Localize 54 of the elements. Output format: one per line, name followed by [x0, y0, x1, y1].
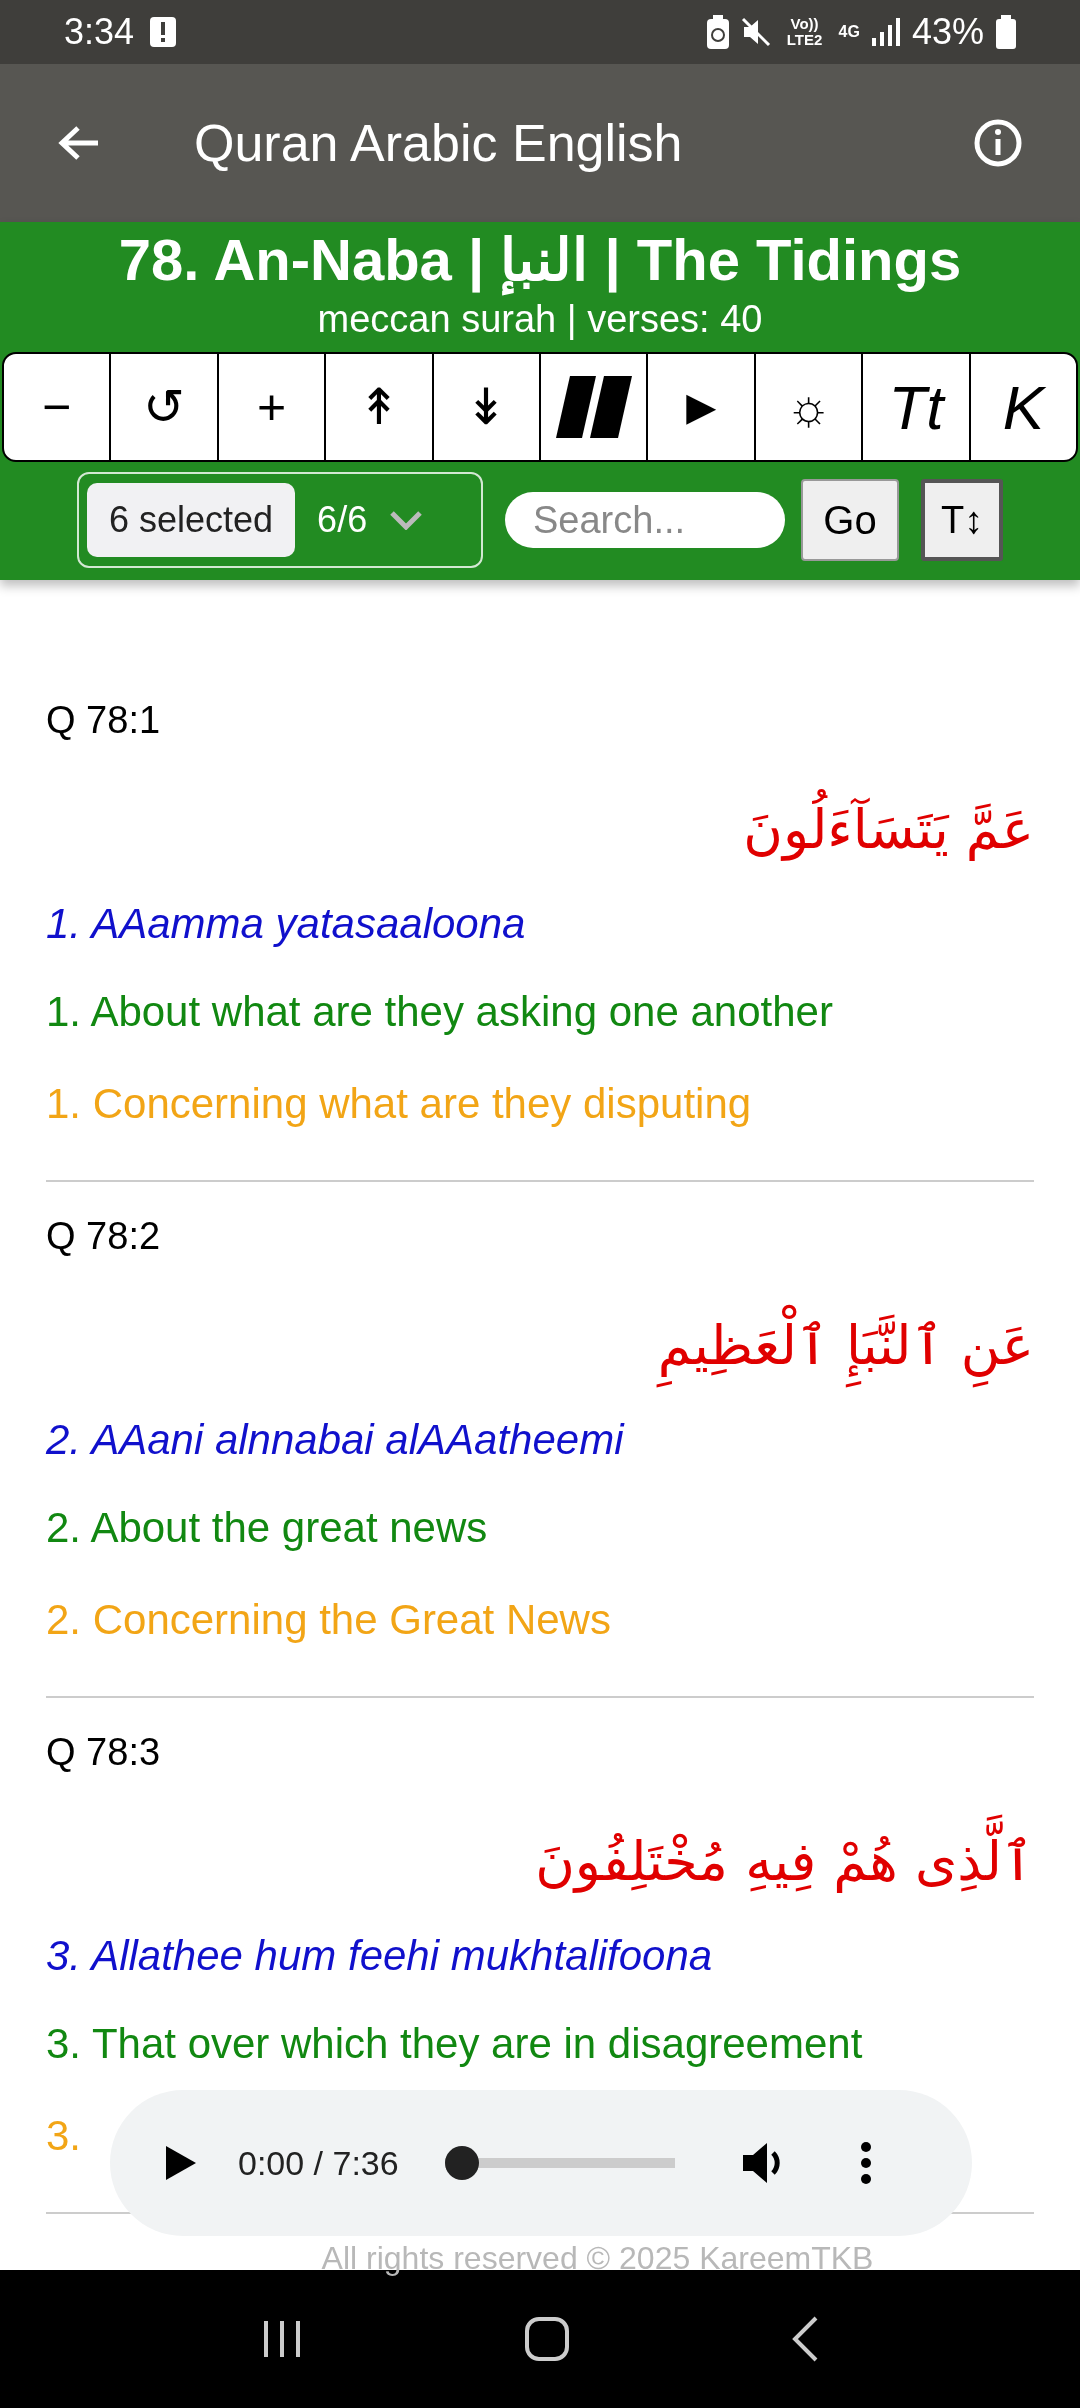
toolbar-button[interactable]: Tt	[861, 354, 969, 460]
mute-icon	[740, 17, 771, 47]
verse-reference: Q 78:3	[46, 1730, 162, 1775]
toolbar-button[interactable]: ↡	[431, 354, 540, 460]
arabic-verse: عَنِ ٱلنَّبَإِ ٱلْعَظِيمِ	[46, 1272, 1034, 1396]
home-icon[interactable]	[525, 2317, 569, 2361]
toolbar-button[interactable]: −	[4, 354, 110, 460]
surah-title: 78. An-Naba | النبإ | The Tidings	[118, 224, 962, 296]
selection-chip[interactable]: 6 selected	[87, 483, 296, 557]
surah-subtitle: meccan surah | verses: 40	[317, 297, 763, 342]
back-icon[interactable]	[58, 125, 100, 161]
translation: 3. That over which they are in disagreement	[46, 2019, 863, 2069]
toolbar-button[interactable]: ↟	[324, 354, 432, 460]
play-icon[interactable]	[166, 2146, 196, 2180]
clock: 3:34	[64, 10, 135, 54]
toolbar-button[interactable]: ☼	[753, 354, 862, 460]
transliteration: 2. AAani alnnabai alAAatheemi	[46, 1415, 626, 1465]
go-button[interactable]: Go	[801, 479, 899, 561]
transliteration: 3. Allathee hum feehi mukhtalifoona	[46, 1931, 714, 1981]
toolbar-button[interactable]: +	[216, 354, 325, 460]
selection-count: 6/6	[317, 498, 368, 542]
toolbar-button[interactable]: ↺	[109, 354, 217, 460]
translation: 1. About what are they asking one another	[46, 987, 833, 1037]
translation: 3.	[46, 2111, 82, 2161]
alert-icon	[150, 17, 177, 47]
back-nav-icon[interactable]	[792, 2316, 819, 2362]
chevron-down-icon	[389, 510, 424, 530]
pause-icon	[555, 376, 632, 438]
translation: 2. About the great news	[46, 1503, 488, 1553]
toolbar-button[interactable]: K	[968, 354, 1076, 460]
audio-thumb[interactable]	[444, 2146, 479, 2180]
battery-percent: 43%	[911, 10, 984, 54]
signal-icon	[871, 18, 900, 46]
verse-reference: Q 78:1	[46, 698, 162, 743]
verse-reference: Q 78:2	[46, 1214, 162, 1259]
battery-icon	[996, 15, 1016, 49]
arabic-verse: ٱلَّذِى هُمْ فِيهِ مُخْتَلِفُونَ	[46, 1788, 1034, 1912]
search-field[interactable]: Search...	[505, 492, 785, 548]
data-label: 4G	[838, 22, 860, 42]
recent-apps-icon[interactable]	[261, 2319, 302, 2359]
arabic-verse: عَمَّ يَتَسَآءَلُونَ	[46, 756, 1034, 880]
battery-saver-icon	[706, 15, 729, 49]
text-size-button[interactable]: T↕	[921, 479, 1003, 561]
copyright-text: All rights reserved © 2025 KareemTKB	[320, 2239, 875, 2278]
app-title: Quran Arabic English	[194, 113, 683, 174]
translation: 1. Concerning what are they disputing	[46, 1079, 752, 1129]
audio-time: 0:00 / 7:36	[238, 2142, 399, 2184]
network-label: Vo)) LTE2	[785, 16, 824, 48]
info-icon[interactable]	[974, 119, 1022, 167]
more-options-icon[interactable]	[858, 2141, 873, 2185]
toolbar-button[interactable]: ►	[646, 354, 754, 460]
transliteration: 1. AAamma yatasaaloona	[46, 899, 527, 949]
filter-dropdown[interactable]: 6 selected 6/6	[77, 472, 483, 568]
translation: 2. Concerning the Great News	[46, 1595, 611, 1645]
